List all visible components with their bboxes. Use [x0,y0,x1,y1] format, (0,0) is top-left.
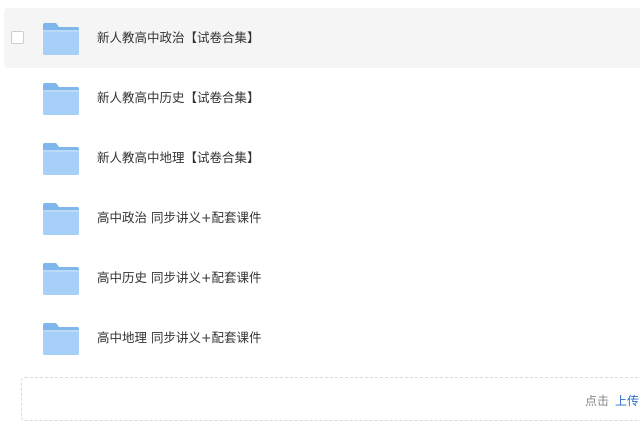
folder-icon [43,143,79,175]
folder-icon [43,323,79,355]
upload-prompt: 点击 [585,394,610,408]
file-name[interactable]: 高中历史 同步讲义+配套课件 [97,248,261,308]
file-list: 新人教高中政治【试卷合集】 新人教高中历史【试卷合集】 新人教高中地理【试卷合集… [0,8,640,368]
file-row[interactable]: 高中地理 同步讲义+配套课件 [0,308,640,368]
file-name[interactable]: 高中地理 同步讲义+配套课件 [97,308,261,368]
folder-icon [43,203,79,235]
file-row[interactable]: 新人教高中地理【试卷合集】 [0,128,640,188]
upload-link[interactable]: 上传 [615,394,639,408]
upload-dropzone[interactable] [21,377,640,421]
file-name[interactable]: 高中政治 同步讲义+配套课件 [97,188,261,248]
folder-icon [43,83,79,115]
row-checkbox[interactable] [11,31,24,44]
file-name[interactable]: 新人教高中政治【试卷合集】 [97,8,260,68]
file-row[interactable]: 新人教高中政治【试卷合集】 [4,8,640,68]
upload-hint: 点击 上传 [585,392,639,409]
folder-icon [43,23,79,55]
file-name[interactable]: 新人教高中地理【试卷合集】 [97,128,260,188]
file-name[interactable]: 新人教高中历史【试卷合集】 [97,68,260,128]
folder-icon [43,263,79,295]
file-row[interactable]: 高中历史 同步讲义+配套课件 [0,248,640,308]
file-row[interactable]: 新人教高中历史【试卷合集】 [0,68,640,128]
file-row[interactable]: 高中政治 同步讲义+配套课件 [0,188,640,248]
